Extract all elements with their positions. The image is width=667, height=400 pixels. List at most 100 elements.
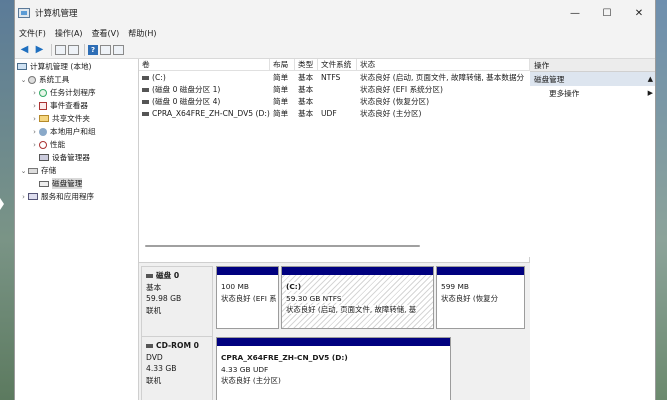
table-row[interactable]: (C:) 简单 基本 NTFS 状态良好 (启动, 页面文件, 故障转储, 基本… [139,71,530,83]
disk-icon [146,274,153,278]
partition-label: CPRA_X64FRE_ZH-CN_DV5 (D:) [221,353,348,362]
column-header-volume[interactable]: 卷 [139,59,270,70]
partition-c[interactable]: (C:) 59.30 GB NTFS 状态良好 (启动, 页面文件, 故障转储,… [281,266,434,329]
menu-help[interactable]: 帮助(H) [128,28,156,39]
maximize-button[interactable]: ☐ [591,0,623,26]
tree-item-storage[interactable]: ⌄ 存储 [15,164,138,177]
toolbar: ◀ ▶ ? [15,41,655,59]
cdrom-icon [146,344,153,348]
title-bar: 计算机管理 — ☐ ✕ [15,0,655,26]
partition-status: 状态良好 (EFI 系 [221,293,277,303]
volume-layout: 简单 [273,72,289,82]
shared-folder-icon [39,115,49,122]
partition-bar [282,267,433,275]
device-manager-icon [39,154,49,161]
partition-label: (C:) [286,282,302,291]
chevron-right-icon[interactable]: › [19,193,28,201]
table-row[interactable]: (磁盘 0 磁盘分区 1) 简单 基本 状态良好 (EFI 系统分区) [139,83,530,95]
partition-status: 状态良好 (主分区) [221,376,281,385]
tree-item-label: 任务计划程序 [50,88,96,97]
computer-management-icon [18,8,30,18]
tree-item-label: 磁盘管理 [52,178,83,189]
help-icon[interactable]: ? [88,44,98,55]
actions-section-disk-management[interactable]: 磁盘管理 ▲ [530,72,655,86]
disk-size: 4.33 GB [146,364,177,373]
performance-icon [39,140,47,149]
partition-size: 100 MB [221,282,249,291]
task-scheduler-icon [39,88,47,97]
menu-action[interactable]: 操作(A) [55,28,83,39]
actions-pane: 操作 磁盘管理 ▲ 更多操作 ▶ [530,59,655,400]
volume-name: (C:) [152,72,166,82]
properties-icon[interactable] [100,44,111,55]
horizontal-scrollbar[interactable] [145,245,420,247]
disk-graphical-view: 磁盘 0 基本 59.98 GB 联机 100 MB 状态良好 (EFI 系 (… [139,262,530,400]
disk-0-label[interactable]: 磁盘 0 基本 59.98 GB 联机 [141,266,213,337]
tree-item-local-users[interactable]: › 本地用户和组 [15,125,138,138]
volume-type: 基本 [298,72,314,82]
tree-item-event-viewer[interactable]: › 事件查看器 [15,99,138,112]
disk-name: CD-ROM 0 [156,341,199,350]
chevron-right-icon[interactable]: › [30,128,39,136]
services-icon [28,193,38,200]
chevron-right-icon[interactable]: › [30,115,39,123]
column-header-filesystem[interactable]: 文件系统 [318,59,357,70]
volume-status: 状态良好 (EFI 系统分区) [360,84,443,94]
show-hide-tree-icon[interactable] [68,44,79,55]
actions-section-label: 磁盘管理 [534,74,565,84]
volume-type: 基本 [298,84,314,94]
partition-size: 4.33 GB UDF [221,364,269,374]
column-header-layout[interactable]: 布局 [270,59,295,70]
volume-type: 基本 [298,108,314,118]
back-arrow-icon[interactable]: ◀ [18,44,31,56]
console-view-icon[interactable] [113,44,124,55]
tree-item-device-manager[interactable]: 设备管理器 [15,151,138,164]
tree-item-services-apps[interactable]: › 服务和应用程序 [15,190,138,203]
partition-d[interactable]: CPRA_X64FRE_ZH-CN_DV5 (D:) 4.33 GB UDF 状… [216,337,451,400]
chevron-right-icon[interactable]: › [30,102,39,110]
chevron-right-icon[interactable]: › [30,89,39,97]
menu-file[interactable]: 文件(F) [19,28,46,39]
table-row[interactable]: CPRA_X64FRE_ZH-CN_DV5 (D:) 简单 基本 UDF 状态良… [139,107,530,119]
partition-recovery[interactable]: 599 MB 状态良好 (恢复分 [436,266,525,329]
chevron-right-icon[interactable]: › [30,141,39,149]
partition-bar [217,338,450,346]
tree-item-shared-folders[interactable]: › 共享文件夹 [15,112,138,125]
volume-icon [142,99,149,104]
desktop-right-strip [656,0,667,400]
forward-arrow-icon[interactable]: ▶ [33,44,46,56]
tree-item-root[interactable]: 计算机管理 (本地) [15,60,138,73]
computer-management-window: 计算机管理 — ☐ ✕ 文件(F) 操作(A) 查看(V) 帮助(H) ◀ ▶ … [14,0,656,400]
volume-status: 状态良好 (主分区) [360,108,422,118]
chevron-down-icon[interactable]: ⌄ [19,167,28,175]
tree-item-disk-management[interactable]: 磁盘管理 [15,177,138,190]
minimize-button[interactable]: — [559,0,591,26]
table-row[interactable]: (磁盘 0 磁盘分区 4) 简单 基本 状态良好 (恢复分区) [139,95,530,107]
cdrom-0-label[interactable]: CD-ROM 0 DVD 4.33 GB 联机 [141,336,213,400]
column-header-type[interactable]: 类型 [295,59,318,70]
chevron-down-icon[interactable]: ⌄ [19,76,28,84]
disk-management-pane: 卷 布局 类型 文件系统 状态 (C:) 简单 基本 NTFS 状态良好 (启动… [139,59,530,400]
more-actions-item[interactable]: 更多操作 ▶ [530,86,655,100]
event-viewer-icon [39,101,47,110]
chevron-right-icon: ▶ [647,89,653,97]
mouse-cursor-icon [0,198,4,210]
volume-layout: 简单 [273,96,289,106]
tree-item-performance[interactable]: › 性能 [15,138,138,151]
close-button[interactable]: ✕ [623,0,655,26]
volume-icon [142,111,149,116]
tree-item-label: 服务和应用程序 [41,192,95,201]
partition-efi[interactable]: 100 MB 状态良好 (EFI 系 [216,266,279,329]
menu-bar: 文件(F) 操作(A) 查看(V) 帮助(H) [15,26,655,41]
tree-item-task-scheduler[interactable]: › 任务计划程序 [15,86,138,99]
column-header-status[interactable]: 状态 [357,59,530,70]
menu-view[interactable]: 查看(V) [92,28,120,39]
tree-item-label: 设备管理器 [52,153,90,162]
tree-item-system-tools[interactable]: ⌄ 系统工具 [15,73,138,86]
partition-bar [437,267,524,275]
partition-status: 状态良好 (启动, 页面文件, 故障转储, 基 [286,305,417,314]
volume-layout: 简单 [273,84,289,94]
volume-name: CPRA_X64FRE_ZH-CN_DV5 (D:) [152,108,270,118]
toolbar-separator [51,43,52,56]
up-folder-icon[interactable] [55,44,66,55]
